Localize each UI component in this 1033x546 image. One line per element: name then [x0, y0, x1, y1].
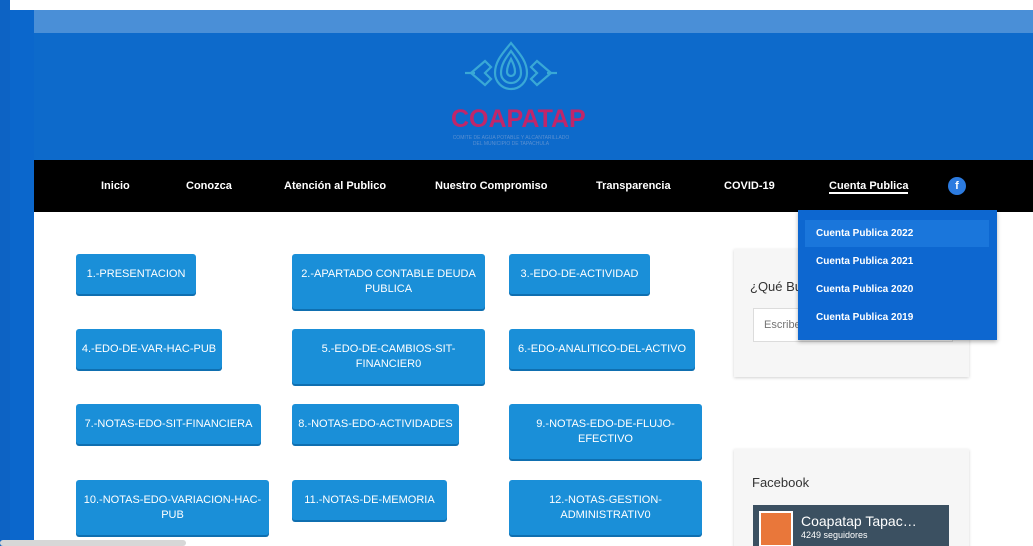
active-nav-underline	[829, 192, 909, 194]
nav-item-conozca[interactable]: Conozca	[186, 160, 232, 212]
facebook-widget: Facebook Coapatap Tapac… 4249 seguidores	[734, 449, 969, 546]
fb-followers-count: 4249 seguidores	[801, 530, 868, 540]
edo-analitico-button[interactable]: 6.-EDO-ANALITICO-DEL-ACTIVO	[509, 329, 695, 369]
notas-de-memoria-button[interactable]: 11.-NOTAS-DE-MEMORIA	[292, 480, 447, 520]
search-widget-title: ¿Qué Bu	[750, 279, 803, 294]
edo-de-actividad-button[interactable]: 3.-EDO-DE-ACTIVIDAD	[509, 254, 650, 294]
notas-edo-variacion-button[interactable]: 10.-NOTAS-EDO-VARIACION-HAC-PUB	[76, 480, 269, 535]
apartado-contable-button[interactable]: 2.-APARTADO CONTABLE DEUDA PUBLICA	[292, 254, 485, 309]
logo-title: COAPATAP	[451, 105, 586, 133]
page-avatar	[759, 511, 793, 546]
notas-edo-sit-financiera-button[interactable]: 7.-NOTAS-EDO-SIT-FINANCIERA	[76, 404, 261, 444]
dropdown-item-2022[interactable]: Cuenta Publica 2022	[805, 220, 989, 247]
notas-edo-flujo-button[interactable]: 9.-NOTAS-EDO-DE-FLUJO-EFECTIVO	[509, 404, 702, 459]
edo-de-var-hac-pub-button[interactable]: 4.-EDO-DE-VAR-HAC-PUB	[76, 329, 222, 369]
horizontal-scrollbar[interactable]	[0, 540, 186, 546]
facebook-icon[interactable]: f	[948, 177, 966, 195]
site-logo[interactable]: COAPATAP COMITE DE AGUA POTABLE Y ALCANT…	[451, 37, 586, 157]
dropdown-item-2021[interactable]: Cuenta Publica 2021	[805, 248, 989, 275]
notas-edo-actividades-button[interactable]: 8.-NOTAS-EDO-ACTIVIDADES	[292, 404, 459, 444]
browser-left-edge	[0, 0, 10, 546]
water-drop-logo-icon	[465, 41, 557, 91]
nav-item-cuenta-publica[interactable]: Cuenta Publica	[829, 160, 909, 212]
main-navigation: Inicio Conozca Atención al Publico Nuest…	[34, 160, 1033, 212]
nav-item-atencion[interactable]: Atención al Publico	[284, 160, 386, 212]
facebook-page-plugin[interactable]: Coapatap Tapac… 4249 seguidores	[753, 505, 949, 546]
presentacion-button[interactable]: 1.-PRESENTACION	[76, 254, 196, 294]
edo-de-cambios-button[interactable]: 5.-EDO-DE-CAMBIOS-SIT-FINANCIER0	[292, 329, 485, 384]
nav-item-transparencia[interactable]: Transparencia	[596, 160, 671, 212]
nav-item-covid-19[interactable]: COVID-19	[724, 160, 775, 212]
browser-top-edge	[0, 0, 1033, 10]
notas-gestion-button[interactable]: 12.-NOTAS-GESTION-ADMINISTRATIV0	[509, 480, 702, 535]
page: COAPATAP COMITE DE AGUA POTABLE Y ALCANT…	[10, 10, 1033, 546]
nav-item-cuenta-publica-label: Cuenta Publica	[829, 180, 909, 192]
nav-item-inicio[interactable]: Inicio	[101, 160, 130, 212]
dropdown-item-2020[interactable]: Cuenta Publica 2020	[805, 276, 989, 303]
fb-page-name: Coapatap Tapac…	[801, 513, 917, 529]
dropdown-item-2019[interactable]: Cuenta Publica 2019	[805, 304, 989, 331]
header-top-strip	[34, 10, 1033, 33]
facebook-widget-title: Facebook	[752, 475, 810, 490]
nav-item-nuestro-compromiso[interactable]: Nuestro Compromiso	[435, 160, 547, 212]
cuenta-publica-dropdown: Cuenta Publica 2022 Cuenta Publica 2021 …	[798, 210, 997, 340]
site-header: COAPATAP COMITE DE AGUA POTABLE Y ALCANT…	[34, 10, 1033, 160]
logo-subtitle: COMITE DE AGUA POTABLE Y ALCANTARILLADO …	[452, 135, 570, 147]
